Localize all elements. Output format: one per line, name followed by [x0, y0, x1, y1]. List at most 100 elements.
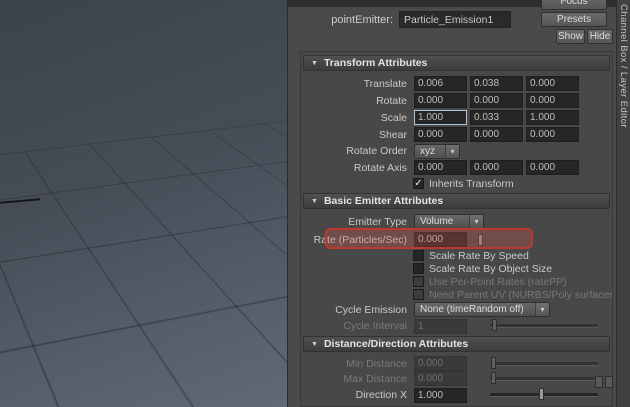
translate-x-field[interactable]: [414, 76, 467, 91]
need-parent-uv-label: Need Parent UV (NURBS/Poly surfaces only…: [429, 288, 613, 301]
rate-field[interactable]: [414, 232, 467, 247]
option-row-scale-rate-by-object-size: Scale Rate By Object Size: [303, 262, 610, 275]
option-row-use-per-point-rates: Use Per-Point Rates (ratePP): [303, 275, 610, 288]
attribute-editor-panel: pointEmitter: Focus Presets Show Hide ▼ …: [287, 0, 616, 407]
rate-slider-handle[interactable]: [478, 233, 483, 246]
channel-box-layer-editor-label: Channel Box / Layer Editor: [618, 4, 629, 128]
max-distance-slider-handle: [491, 371, 497, 384]
section-header-basic-emitter-attributes[interactable]: ▼ Basic Emitter Attributes: [303, 193, 610, 209]
rotate-y-field[interactable]: [470, 93, 523, 108]
attr-row-rotate-axis: Rotate Axis: [303, 159, 610, 176]
use-per-point-rates-checkbox: [413, 276, 424, 287]
option-row-scale-rate-by-speed: Scale Rate By Speed: [303, 249, 610, 262]
rotate-z-field[interactable]: [526, 93, 579, 108]
rate-label: Rate (Particles/Sec): [313, 233, 407, 246]
min-distance-field: [414, 356, 467, 371]
direction-x-slider-handle[interactable]: [538, 388, 544, 400]
direction-x-field[interactable]: [414, 387, 467, 403]
cycle-interval-label: Cycle Interval: [343, 320, 407, 332]
scale-rate-by-object-size-checkbox[interactable]: [413, 263, 424, 274]
inherits-transform-checkbox[interactable]: ✓: [413, 178, 424, 189]
section-header-distance-direction-attributes[interactable]: ▼ Distance/Direction Attributes: [303, 336, 610, 352]
rotate-x-field[interactable]: [414, 93, 467, 108]
attr-row-cycle-emission: Cycle Emission None (timeRandom off) ▾: [303, 301, 610, 318]
max-distance-field: [414, 371, 467, 386]
emitter-type-value: Volume: [420, 216, 454, 227]
rotate-axis-z-field[interactable]: [526, 160, 579, 175]
shear-z-field[interactable]: [526, 127, 579, 142]
attr-row-shear: Shear: [303, 126, 610, 143]
attr-row-cycle-interval: Cycle Interval: [303, 318, 610, 334]
section-header-transform-attributes[interactable]: ▼ Transform Attributes: [303, 55, 610, 71]
attr-row-min-distance: Min Distance: [303, 356, 610, 371]
section-title: Distance/Direction Attributes: [323, 338, 469, 350]
attr-row-rotate: Rotate: [303, 92, 610, 109]
attr-row-rotate-order: Rotate Order xyz ▾: [303, 143, 610, 159]
rotate-axis-label: Rotate Axis: [353, 161, 407, 174]
attr-row-scale: Scale: [303, 109, 610, 126]
emitter-name-row: pointEmitter:: [288, 11, 511, 28]
direction-x-slider[interactable]: [490, 388, 598, 400]
attr-row-rate: Rate (Particles/Sec): [303, 228, 610, 249]
shear-x-field[interactable]: [414, 127, 467, 142]
scale-x-field[interactable]: [414, 110, 467, 125]
cycle-interval-slider: [490, 319, 598, 331]
chevron-down-icon: ▾: [445, 144, 459, 158]
min-distance-label: Min Distance: [346, 357, 407, 370]
emitter-name-field[interactable]: [399, 11, 511, 28]
scale-label: Scale: [380, 111, 407, 124]
attributes-scroll-area: ▼ Transform Attributes Translate Rotate …: [300, 51, 613, 407]
section-title: Basic Emitter Attributes: [323, 195, 444, 207]
emitter-type-label: Emitter Type: [348, 215, 407, 228]
scale-y-field[interactable]: [470, 110, 523, 125]
rotate-order-value: xyz: [420, 145, 435, 157]
max-distance-label: Max Distance: [343, 372, 407, 385]
max-distance-slider: [490, 371, 598, 384]
use-per-point-rates-label: Use Per-Point Rates (ratePP): [429, 275, 567, 288]
translate-y-field[interactable]: [470, 76, 523, 91]
collapse-arrow-icon: ▼: [311, 340, 318, 348]
scale-rate-by-object-size-label: Scale Rate By Object Size: [429, 262, 553, 275]
chevron-down-icon: ▾: [469, 215, 483, 228]
min-distance-slider-handle: [491, 356, 497, 369]
rotate-label: Rotate: [376, 94, 407, 107]
emitter-type-dropdown[interactable]: Volume ▾: [414, 214, 484, 229]
shear-y-field[interactable]: [470, 127, 523, 142]
translate-z-field[interactable]: [526, 76, 579, 91]
cycle-interval-slider-handle: [492, 319, 498, 331]
cycle-interval-field: [414, 318, 467, 334]
collapse-arrow-icon: ▼: [311, 59, 318, 67]
attr-row-translate: Translate: [303, 75, 610, 92]
point-emitter-label: pointEmitter:: [331, 13, 393, 26]
inherits-transform-label: Inherits Transform: [429, 177, 514, 190]
presets-button[interactable]: Presets: [541, 12, 607, 27]
chevron-down-icon: ▾: [535, 303, 549, 316]
channel-box-layer-editor-tab[interactable]: Channel Box / Layer Editor: [616, 0, 630, 407]
attr-row-max-distance: Max Distance: [303, 371, 610, 386]
cycle-emission-dropdown[interactable]: None (timeRandom off) ▾: [414, 302, 550, 317]
rotate-order-dropdown[interactable]: xyz ▾: [414, 143, 460, 159]
focus-button[interactable]: Focus: [541, 0, 607, 10]
attr-row-inherits-transform: ✓ Inherits Transform: [303, 176, 610, 191]
shear-label: Shear: [378, 128, 407, 141]
attr-row-emitter-type: Emitter Type Volume ▾: [303, 213, 610, 230]
rotate-axis-y-field[interactable]: [470, 160, 523, 175]
rotate-axis-x-field[interactable]: [414, 160, 467, 175]
need-parent-uv-checkbox: [413, 289, 424, 300]
scale-rate-by-speed-checkbox[interactable]: [413, 250, 424, 261]
scale-rate-by-speed-label: Scale Rate By Speed: [429, 249, 529, 262]
min-distance-slider: [490, 356, 598, 369]
translate-label: Translate: [363, 77, 407, 90]
hide-button[interactable]: Hide: [587, 29, 613, 44]
show-button[interactable]: Show: [556, 29, 585, 44]
attr-row-direction-x: Direction X: [303, 386, 610, 404]
section-title: Transform Attributes: [323, 57, 428, 69]
collapse-arrow-icon: ▼: [311, 197, 318, 205]
direction-x-label: Direction X: [355, 389, 407, 401]
cycle-emission-value: None (timeRandom off): [420, 304, 524, 315]
panel-corner-button[interactable]: [605, 376, 613, 388]
rotate-order-label: Rotate Order: [346, 145, 407, 157]
panel-corner-buttons[interactable]: [595, 376, 613, 388]
panel-corner-button[interactable]: [595, 376, 603, 388]
scale-z-field[interactable]: [526, 110, 579, 125]
